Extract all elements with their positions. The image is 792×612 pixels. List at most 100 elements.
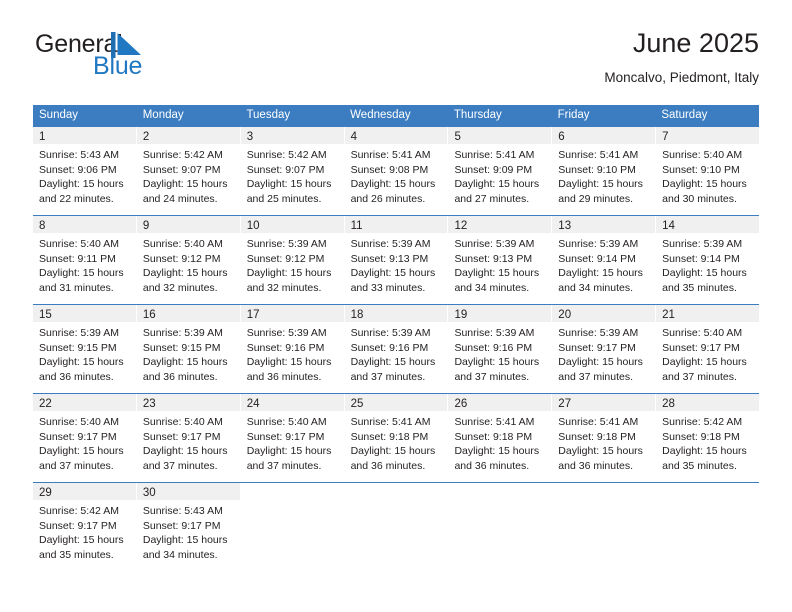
daylight-text-line1: Daylight: 15 hours bbox=[558, 445, 643, 457]
day-number-band: 19 bbox=[448, 305, 552, 322]
day-details: Sunrise: 5:42 AM Sunset: 9:17 PM Dayligh… bbox=[33, 500, 136, 562]
sunrise-text: Sunrise: 5:39 AM bbox=[39, 327, 119, 339]
day-cell[interactable]: 1 Sunrise: 5:43 AM Sunset: 9:06 PM Dayli… bbox=[33, 127, 137, 215]
day-details: Sunrise: 5:42 AM Sunset: 9:07 PM Dayligh… bbox=[241, 144, 344, 206]
daylight-text-line2: and 34 minutes. bbox=[454, 281, 530, 294]
sunset-text: Sunset: 9:17 PM bbox=[142, 430, 221, 443]
daylight-text-line2: and 36 minutes. bbox=[142, 370, 218, 383]
day-details: Sunrise: 5:40 AM Sunset: 9:17 PM Dayligh… bbox=[656, 322, 759, 384]
page-subtitle: Moncalvo, Piedmont, Italy bbox=[604, 70, 759, 85]
day-number-band: 21 bbox=[656, 305, 760, 322]
day-cell[interactable]: 30 Sunrise: 5:43 AM Sunset: 9:17 PM Dayl… bbox=[136, 483, 241, 571]
day-cell[interactable]: 18 Sunrise: 5:39 AM Sunset: 9:16 PM Dayl… bbox=[344, 305, 449, 393]
daylight-text-line2: and 36 minutes. bbox=[39, 370, 114, 383]
daylight-text-line1: Daylight: 15 hours bbox=[39, 534, 124, 546]
day-details: Sunrise: 5:41 AM Sunset: 9:18 PM Dayligh… bbox=[448, 411, 551, 473]
day-cell[interactable]: 8 Sunrise: 5:40 AM Sunset: 9:11 PM Dayli… bbox=[33, 216, 137, 304]
day-number: 8 bbox=[39, 220, 46, 232]
day-cell[interactable]: 29 Sunrise: 5:42 AM Sunset: 9:17 PM Dayl… bbox=[33, 483, 137, 571]
day-cell[interactable]: 26 Sunrise: 5:41 AM Sunset: 9:18 PM Dayl… bbox=[448, 394, 553, 482]
day-number: 15 bbox=[39, 309, 52, 321]
day-cell[interactable]: 2 Sunrise: 5:42 AM Sunset: 9:07 PM Dayli… bbox=[136, 127, 241, 215]
page-header: General Blue June 2025 Moncalvo, Piedmon… bbox=[33, 28, 759, 98]
day-cell[interactable]: 25 Sunrise: 5:41 AM Sunset: 9:18 PM Dayl… bbox=[344, 394, 449, 482]
day-number: 14 bbox=[662, 220, 675, 232]
day-number-band: 1 bbox=[33, 127, 136, 144]
daylight-text-line1: Daylight: 15 hours bbox=[350, 178, 436, 190]
day-number: 13 bbox=[558, 220, 572, 232]
day-details: Sunrise: 5:40 AM Sunset: 9:17 PM Dayligh… bbox=[241, 411, 344, 473]
title-block: June 2025 Moncalvo, Piedmont, Italy bbox=[604, 26, 759, 89]
sunrise-text: Sunrise: 5:39 AM bbox=[454, 238, 535, 250]
day-cell[interactable]: 17 Sunrise: 5:39 AM Sunset: 9:16 PM Dayl… bbox=[240, 305, 345, 393]
day-number-band bbox=[552, 483, 655, 500]
day-cell[interactable]: 24 Sunrise: 5:40 AM Sunset: 9:17 PM Dayl… bbox=[240, 394, 345, 482]
daylight-text-line1: Daylight: 15 hours bbox=[142, 534, 228, 546]
sunrise-text: Sunrise: 5:39 AM bbox=[142, 327, 223, 339]
day-details: Sunrise: 5:41 AM Sunset: 9:10 PM Dayligh… bbox=[552, 144, 655, 206]
daylight-text-line2: and 35 minutes. bbox=[662, 459, 737, 472]
day-cell-empty bbox=[448, 483, 553, 571]
day-number: 2 bbox=[142, 131, 150, 143]
day-number-band: 3 bbox=[240, 127, 344, 144]
day-cell[interactable]: 10 Sunrise: 5:39 AM Sunset: 9:12 PM Dayl… bbox=[240, 216, 345, 304]
sunset-text: Sunset: 9:15 PM bbox=[142, 341, 221, 354]
day-details: Sunrise: 5:40 AM Sunset: 9:12 PM Dayligh… bbox=[137, 233, 240, 295]
day-cell[interactable]: 11 Sunrise: 5:39 AM Sunset: 9:13 PM Dayl… bbox=[344, 216, 449, 304]
daylight-text-line2: and 35 minutes. bbox=[662, 281, 737, 294]
day-details: Sunrise: 5:41 AM Sunset: 9:18 PM Dayligh… bbox=[345, 411, 448, 473]
day-details: Sunrise: 5:39 AM Sunset: 9:16 PM Dayligh… bbox=[448, 322, 551, 384]
day-number: 6 bbox=[558, 131, 565, 143]
daylight-text-line1: Daylight: 15 hours bbox=[142, 178, 228, 190]
daylight-text-line2: and 37 minutes. bbox=[142, 459, 218, 472]
day-cell[interactable]: 4 Sunrise: 5:41 AM Sunset: 9:08 PM Dayli… bbox=[344, 127, 449, 215]
day-number-band: 25 bbox=[344, 394, 448, 411]
day-cell[interactable]: 5 Sunrise: 5:41 AM Sunset: 9:09 PM Dayli… bbox=[448, 127, 553, 215]
day-cell[interactable]: 13 Sunrise: 5:39 AM Sunset: 9:14 PM Dayl… bbox=[552, 216, 657, 304]
sunset-text: Sunset: 9:17 PM bbox=[246, 430, 325, 443]
sunset-text: Sunset: 9:11 PM bbox=[39, 252, 116, 265]
page-title: June 2025 bbox=[632, 28, 759, 58]
day-cell[interactable]: 28 Sunrise: 5:42 AM Sunset: 9:18 PM Dayl… bbox=[656, 394, 760, 482]
day-number: 18 bbox=[350, 309, 364, 321]
day-number-band: 28 bbox=[656, 394, 760, 411]
day-number: 9 bbox=[142, 220, 150, 232]
daylight-text-line1: Daylight: 15 hours bbox=[662, 267, 747, 279]
day-cell[interactable]: 19 Sunrise: 5:39 AM Sunset: 9:16 PM Dayl… bbox=[448, 305, 553, 393]
sunrise-text: Sunrise: 5:42 AM bbox=[39, 505, 119, 517]
day-cell[interactable]: 3 Sunrise: 5:42 AM Sunset: 9:07 PM Dayli… bbox=[240, 127, 345, 215]
day-cell[interactable]: 20 Sunrise: 5:39 AM Sunset: 9:17 PM Dayl… bbox=[552, 305, 657, 393]
day-cell[interactable]: 15 Sunrise: 5:39 AM Sunset: 9:15 PM Dayl… bbox=[33, 305, 137, 393]
day-number-band bbox=[345, 483, 448, 500]
sunrise-text: Sunrise: 5:39 AM bbox=[662, 238, 743, 250]
day-cell[interactable]: 14 Sunrise: 5:39 AM Sunset: 9:14 PM Dayl… bbox=[656, 216, 760, 304]
day-number-band: 12 bbox=[448, 216, 552, 233]
brand-logo[interactable]: General Blue bbox=[33, 28, 273, 90]
day-cell-empty bbox=[656, 483, 759, 571]
day-cell[interactable]: 23 Sunrise: 5:40 AM Sunset: 9:17 PM Dayl… bbox=[136, 394, 241, 482]
day-cell[interactable]: 6 Sunrise: 5:41 AM Sunset: 9:10 PM Dayli… bbox=[552, 127, 657, 215]
day-cell[interactable]: 9 Sunrise: 5:40 AM Sunset: 9:12 PM Dayli… bbox=[136, 216, 241, 304]
day-number: 19 bbox=[454, 309, 468, 321]
weekday-saturday: Saturday bbox=[661, 109, 708, 121]
day-number-band: 18 bbox=[344, 305, 448, 322]
day-cell[interactable]: 12 Sunrise: 5:39 AM Sunset: 9:13 PM Dayl… bbox=[448, 216, 553, 304]
day-number: 12 bbox=[454, 220, 468, 232]
day-cell[interactable]: 16 Sunrise: 5:39 AM Sunset: 9:15 PM Dayl… bbox=[136, 305, 241, 393]
day-number-band: 11 bbox=[344, 216, 448, 233]
day-details: Sunrise: 5:39 AM Sunset: 9:14 PM Dayligh… bbox=[656, 233, 759, 295]
day-cell[interactable]: 21 Sunrise: 5:40 AM Sunset: 9:17 PM Dayl… bbox=[656, 305, 760, 393]
day-number: 20 bbox=[558, 309, 572, 321]
daylight-text-line1: Daylight: 15 hours bbox=[39, 267, 124, 279]
day-cell[interactable]: 27 Sunrise: 5:41 AM Sunset: 9:18 PM Dayl… bbox=[552, 394, 657, 482]
daylight-text-line2: and 34 minutes. bbox=[142, 548, 218, 561]
sunset-text: Sunset: 9:08 PM bbox=[350, 163, 429, 176]
day-number: 22 bbox=[39, 398, 52, 410]
day-cell[interactable]: 22 Sunrise: 5:40 AM Sunset: 9:17 PM Dayl… bbox=[33, 394, 137, 482]
daylight-text-line2: and 26 minutes. bbox=[350, 192, 426, 205]
day-number-band: 9 bbox=[136, 216, 240, 233]
sunset-text: Sunset: 9:14 PM bbox=[558, 252, 636, 265]
day-details: Sunrise: 5:39 AM Sunset: 9:15 PM Dayligh… bbox=[137, 322, 240, 384]
day-cell[interactable]: 7 Sunrise: 5:40 AM Sunset: 9:10 PM Dayli… bbox=[656, 127, 760, 215]
sunset-text: Sunset: 9:17 PM bbox=[142, 519, 221, 532]
